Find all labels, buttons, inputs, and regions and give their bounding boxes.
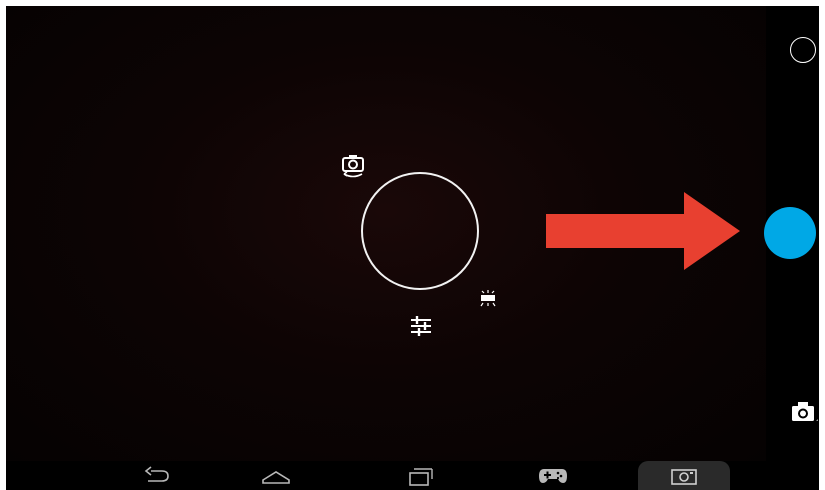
recent-apps-icon[interactable] [406,465,436,487]
flash-icon[interactable] [477,288,499,310]
gamepad-icon[interactable] [538,464,568,486]
camera-icon[interactable] [790,400,818,424]
device-screen [6,6,819,490]
shutter-button[interactable] [764,207,816,259]
camera-switch-icon[interactable] [340,153,366,179]
circle-outline-icon[interactable] [790,37,816,63]
system-navigation-bar [6,461,819,490]
screenshot-icon[interactable] [669,466,699,486]
sliders-icon[interactable] [409,315,433,337]
back-icon[interactable] [142,465,172,487]
red-arrow-annotation [546,192,740,270]
home-icon[interactable] [260,466,292,486]
pie-menu-ring[interactable] [361,172,479,290]
